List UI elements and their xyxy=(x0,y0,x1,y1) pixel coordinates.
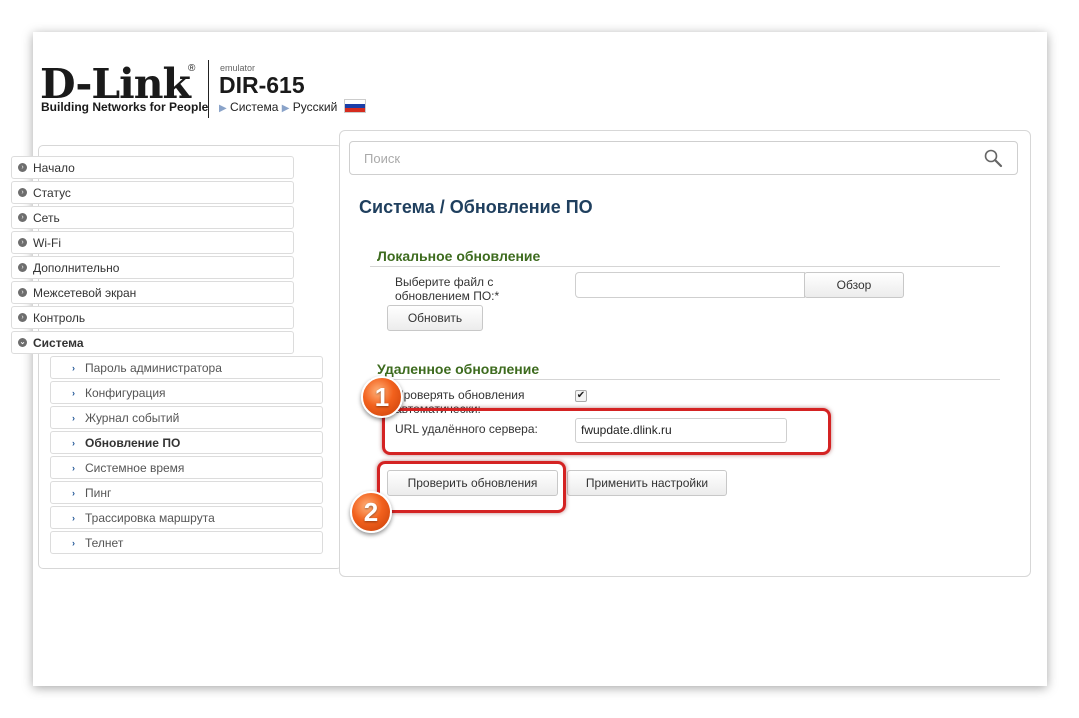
chevron-right-icon: › xyxy=(72,513,75,523)
arrow-right-icon: ▶ xyxy=(219,103,227,114)
highlight-url-field xyxy=(382,408,831,455)
sidebar-item-label: Межсетевой экран xyxy=(33,286,137,300)
section-divider xyxy=(370,379,1000,380)
chevron-right-icon: › xyxy=(72,413,75,423)
sidebar-subitem-traceroute[interactable]: › Трассировка маршрута xyxy=(50,506,323,529)
sidebar-item-label: Сеть xyxy=(33,211,60,225)
sidebar-item-label: Дополнительно xyxy=(33,261,120,275)
header-divider xyxy=(208,60,209,118)
sidebar-subitem-label: Трассировка маршрута xyxy=(85,511,215,525)
sidebar-subitem-label: Телнет xyxy=(85,536,124,550)
auto-check-checkbox[interactable]: ✔ xyxy=(575,390,587,402)
search-input[interactable]: Поиск xyxy=(349,141,1018,175)
sidebar-subitem-label: Журнал событий xyxy=(85,411,180,425)
sidebar-item-label: Контроль xyxy=(33,311,86,325)
step-badge-1: 1 xyxy=(361,376,403,418)
sidebar-subitem-admin-password[interactable]: › Пароль администратора xyxy=(50,356,323,379)
sidebar-item-label: Начало xyxy=(33,161,75,175)
russian-flag-icon[interactable] xyxy=(343,99,366,113)
sidebar-item-system[interactable]: ⌄ Система xyxy=(11,331,294,354)
section-divider xyxy=(370,266,1000,267)
step-badge-2: 2 xyxy=(350,491,392,533)
sidebar-subitem-ping[interactable]: › Пинг xyxy=(50,481,323,504)
file-label-line-1: Выберите файл с xyxy=(395,275,494,289)
chevron-right-icon: › xyxy=(72,488,75,498)
sidebar-subitem-label: Пинг xyxy=(85,486,112,500)
update-button[interactable]: Обновить xyxy=(387,305,483,331)
logo-registered-mark: ® xyxy=(188,63,196,74)
sidebar-subitem-configuration[interactable]: › Конфигурация xyxy=(50,381,323,404)
chevron-right-icon: › xyxy=(18,263,27,272)
sidebar-subitem-system-time[interactable]: › Системное время xyxy=(50,456,323,479)
apply-settings-button[interactable]: Применить настройки xyxy=(567,470,727,496)
chevron-right-icon: › xyxy=(18,313,27,322)
sidebar-subitem-label: Обновление ПО xyxy=(85,436,181,450)
logo-tagline: Building Networks for People xyxy=(41,100,209,114)
chevron-right-icon: › xyxy=(18,188,27,197)
sidebar-item-control[interactable]: › Контроль xyxy=(11,306,294,329)
chevron-right-icon: › xyxy=(72,538,75,548)
sidebar-subitem-label: Конфигурация xyxy=(85,386,166,400)
sidebar-item-label: Система xyxy=(33,336,84,350)
browse-button[interactable]: Обзор xyxy=(804,272,904,298)
page-title: Система / Обновление ПО xyxy=(359,197,593,217)
chevron-right-icon: › xyxy=(18,288,27,297)
arrow-right-icon: ▶ xyxy=(281,103,290,114)
device-model: DIR-615 xyxy=(219,72,305,98)
chevron-right-icon: › xyxy=(72,388,75,398)
section-title-local-update: Локальное обновление xyxy=(377,248,541,264)
sidebar-item-label: Статус xyxy=(33,186,71,200)
chevron-right-icon: › xyxy=(72,363,75,373)
sidebar-item-network[interactable]: › Сеть xyxy=(11,206,294,229)
sidebar-item-wifi[interactable]: › Wi-Fi xyxy=(11,231,294,254)
search-icon[interactable] xyxy=(983,148,1003,168)
sidebar-item-label: Wi-Fi xyxy=(33,236,61,250)
sidebar-subitem-label: Системное время xyxy=(85,461,185,475)
sidebar-item-firewall[interactable]: › Межсетевой экран xyxy=(11,281,294,304)
sidebar-subitem-event-log[interactable]: › Журнал событий xyxy=(50,406,323,429)
chevron-down-icon: ⌄ xyxy=(18,338,27,347)
file-label-line-2: обновлением ПО:* xyxy=(395,289,500,303)
sidebar-subitem-firmware-update[interactable]: › Обновление ПО xyxy=(50,431,323,454)
sidebar-item-status[interactable]: › Статус xyxy=(11,181,294,204)
chevron-right-icon: › xyxy=(72,438,75,448)
highlight-check-button xyxy=(377,461,566,513)
firmware-file-field[interactable] xyxy=(575,272,805,298)
header-language-link[interactable]: Русский xyxy=(293,100,338,114)
logo-text: D-Link xyxy=(40,60,191,108)
header-breadcrumb: ▶ Система ▶ Русский xyxy=(219,99,366,114)
auto-check-label-line-1: Проверять обновления xyxy=(395,388,525,402)
header-system-link[interactable]: Система xyxy=(230,100,278,114)
chevron-right-icon: › xyxy=(18,238,27,247)
sidebar-item-advanced[interactable]: › Дополнительно xyxy=(11,256,294,279)
search-placeholder: Поиск xyxy=(364,151,401,166)
sidebar-subitem-telnet[interactable]: › Телнет xyxy=(50,531,323,554)
sidebar-subitem-label: Пароль администратора xyxy=(85,361,222,375)
chevron-right-icon: › xyxy=(72,463,75,473)
section-title-remote-update: Удаленное обновление xyxy=(377,361,540,377)
chevron-right-icon: › xyxy=(18,213,27,222)
sidebar-item-home[interactable]: › Начало xyxy=(11,156,294,179)
chevron-right-icon: › xyxy=(18,163,27,172)
